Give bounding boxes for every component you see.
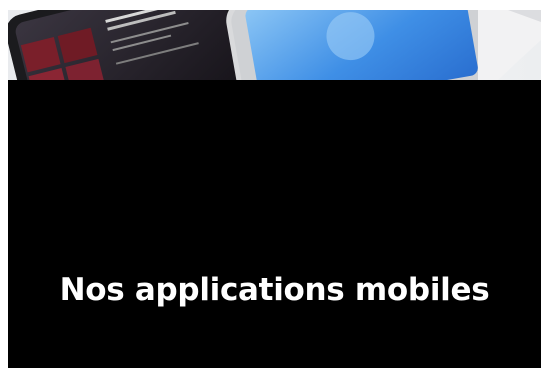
- card-title[interactable]: Nos applications mobiles: [8, 272, 541, 308]
- left-phone: [8, 10, 256, 90]
- smartphones-hero-image: [8, 10, 541, 90]
- right-phone: [226, 10, 498, 90]
- app-promo-card[interactable]: Nos applications mobiles: [8, 10, 541, 368]
- dark-overlay: [8, 80, 541, 368]
